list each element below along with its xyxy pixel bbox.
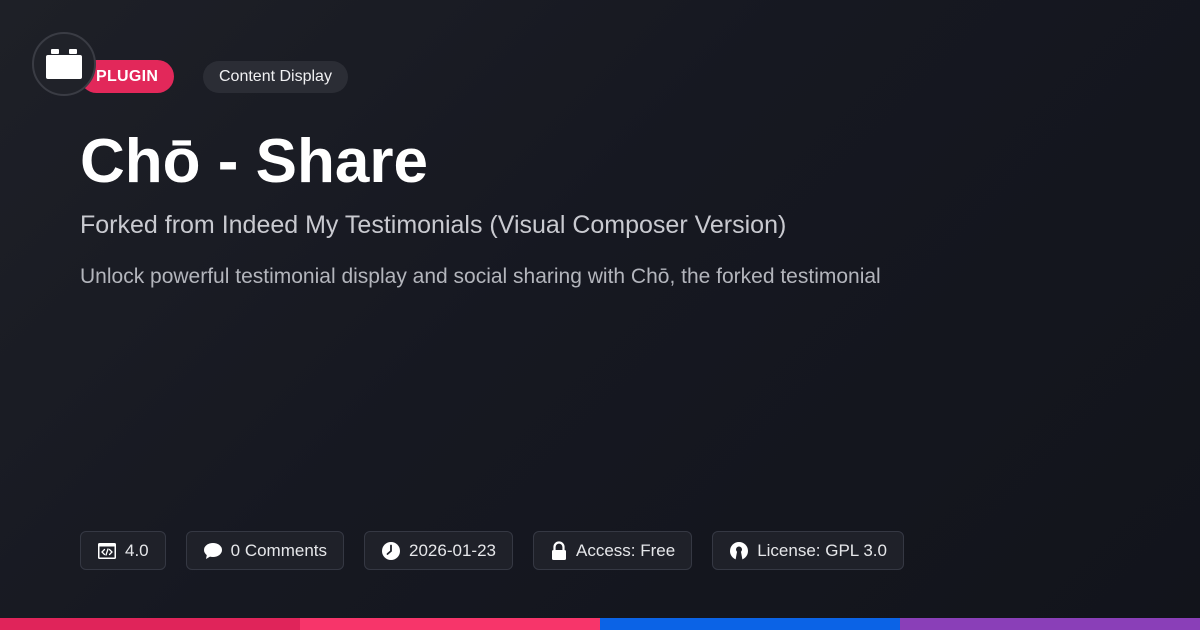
license-text: License: GPL 3.0 bbox=[757, 540, 887, 560]
version-text: 4.0 bbox=[125, 540, 149, 560]
version-badge: 4.0 bbox=[80, 531, 166, 570]
open-source-icon bbox=[730, 541, 749, 560]
access-badge: Access: Free bbox=[532, 531, 693, 570]
license-badge[interactable]: License: GPL 3.0 bbox=[712, 531, 904, 570]
meta-row: 4.0 0 Comments 2026-01-23 Access: Free L… bbox=[80, 531, 904, 570]
bar-segment bbox=[0, 618, 300, 630]
date-badge: 2026-01-23 bbox=[364, 531, 513, 570]
category-tag[interactable]: Content Display bbox=[203, 61, 348, 93]
page-description: Unlock powerful testimonial display and … bbox=[80, 265, 881, 288]
date-text: 2026-01-23 bbox=[409, 540, 496, 560]
bar-segment bbox=[300, 618, 600, 630]
access-text: Access: Free bbox=[575, 540, 676, 560]
bottom-color-bar bbox=[0, 618, 1200, 630]
bar-segment bbox=[600, 618, 900, 630]
bar-segment bbox=[900, 618, 1200, 630]
clock-icon bbox=[382, 541, 401, 560]
page-title: Chō - Share bbox=[80, 127, 428, 196]
code-window-icon bbox=[98, 542, 116, 559]
comments-badge[interactable]: 0 Comments bbox=[185, 531, 345, 570]
block-icon bbox=[46, 49, 82, 79]
page-subtitle: Forked from Indeed My Testimonials (Visu… bbox=[80, 211, 787, 239]
comments-text: 0 Comments bbox=[230, 540, 328, 560]
speech-bubble-icon bbox=[203, 542, 222, 559]
plugin-logo bbox=[32, 32, 96, 96]
lock-icon bbox=[551, 540, 566, 560]
